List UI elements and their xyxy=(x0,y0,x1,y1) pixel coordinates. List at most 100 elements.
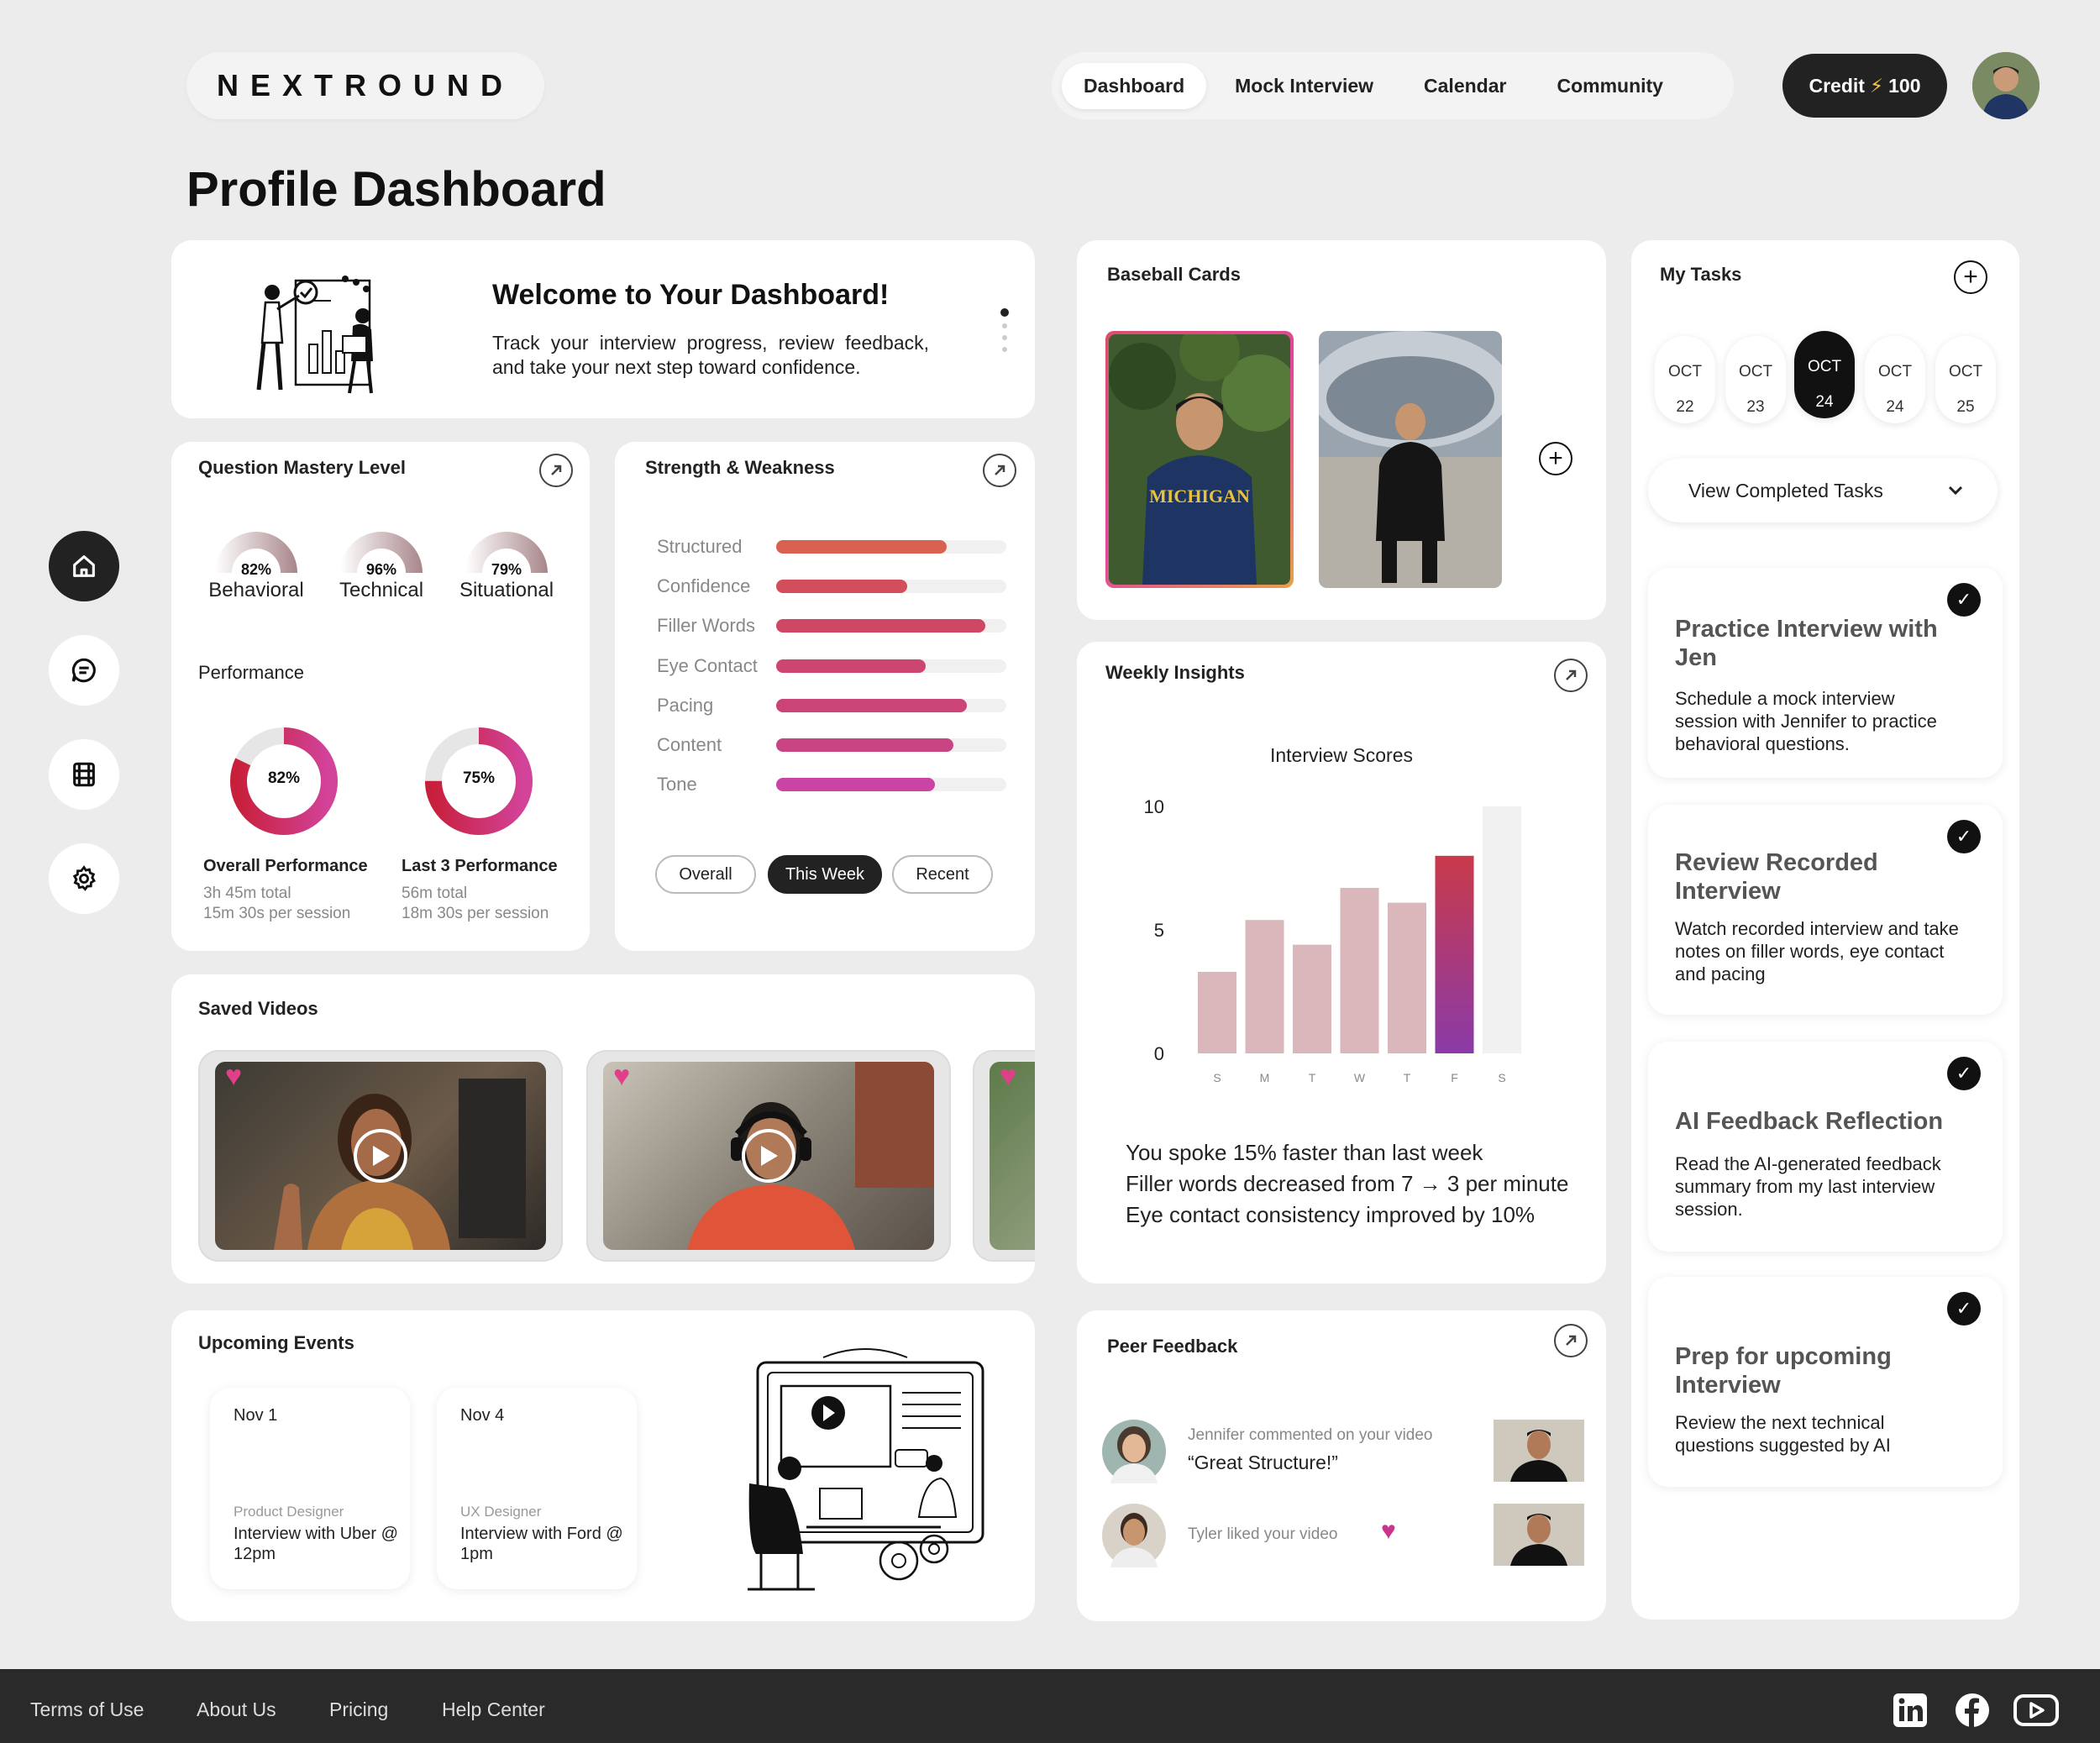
gear-icon xyxy=(72,865,97,891)
heart-icon[interactable]: ♥ xyxy=(1000,1060,1016,1093)
task-title: AI Feedback Reflection xyxy=(1675,1108,1944,1135)
chart-bar[interactable] xyxy=(1198,971,1236,1053)
date-chip-oct-24-selected[interactable]: OCT 24 xyxy=(1794,331,1855,418)
chip-month: OCT xyxy=(1948,363,1983,381)
arrow-up-right-icon xyxy=(995,465,1005,475)
strength-bar xyxy=(776,659,927,673)
gauge-value: 82% xyxy=(240,561,272,578)
saved-video-2[interactable]: ♥ xyxy=(586,1050,951,1262)
event-date: Nov 4 xyxy=(460,1406,505,1425)
add-baseball-card-button[interactable]: + xyxy=(1539,442,1572,475)
baseball-card-2[interactable] xyxy=(1319,331,1502,588)
date-chip-oct-24[interactable]: OCT 24 xyxy=(1865,336,1925,423)
strength-weakness-expand[interactable] xyxy=(983,454,1016,487)
nav-community[interactable]: Community xyxy=(1535,63,1685,109)
strength-row: Pacing xyxy=(657,693,1006,718)
task-card-4[interactable]: ✓ Prep for upcoming Interview Review the… xyxy=(1648,1277,2003,1487)
x-tick-label: M xyxy=(1260,1071,1270,1084)
date-chip-oct-25[interactable]: OCT 25 xyxy=(1935,336,1996,423)
date-chip-oct-22[interactable]: OCT 22 xyxy=(1655,336,1715,423)
event-date: Nov 1 xyxy=(234,1406,278,1425)
task-card-1[interactable]: ✓ Practice Interview with Jen Schedule a… xyxy=(1648,568,2003,778)
view-completed-label: View Completed Tasks xyxy=(1688,479,1883,501)
date-chip-oct-23[interactable]: OCT 23 xyxy=(1725,336,1786,423)
footer-pricing-link[interactable]: Pricing xyxy=(329,1698,388,1721)
saved-video-3[interactable]: ♥ xyxy=(973,1050,1035,1262)
baseball-card-1[interactable]: MICHIGAN xyxy=(1105,331,1294,588)
chat-icon xyxy=(71,658,96,683)
sidebar-home[interactable] xyxy=(49,531,119,601)
youtube-icon[interactable] xyxy=(2013,1693,2060,1727)
heart-icon[interactable]: ♥ xyxy=(225,1060,242,1093)
chip-day: 24 xyxy=(1886,398,1904,416)
task-card-3[interactable]: ✓ AI Feedback Reflection Read the AI-gen… xyxy=(1648,1042,2003,1252)
heart-icon[interactable]: ♥ xyxy=(613,1060,630,1093)
filter-overall[interactable]: Overall xyxy=(655,855,756,894)
task-description: Review the next technical questions sugg… xyxy=(1675,1412,1891,1456)
footer-help-link[interactable]: Help Center xyxy=(442,1698,545,1721)
plus-icon: + xyxy=(1548,444,1563,472)
chart-bar[interactable] xyxy=(1435,855,1474,1053)
last3-performance-title: Last 3 Performance xyxy=(402,857,558,875)
jennifer-avatar[interactable] xyxy=(1102,1420,1166,1483)
chart-bar[interactable] xyxy=(1340,888,1379,1053)
peer-feedback-expand[interactable] xyxy=(1554,1324,1588,1357)
check-icon[interactable]: ✓ xyxy=(1947,583,1981,617)
overall-per-session: 15m 30s per session xyxy=(203,905,351,922)
event-card-1[interactable]: Nov 1 Product Designer Interview with Ub… xyxy=(210,1388,410,1589)
nav-calendar[interactable]: Calendar xyxy=(1402,63,1528,109)
question-mastery-expand[interactable] xyxy=(539,454,573,487)
check-icon[interactable]: ✓ xyxy=(1947,1057,1981,1090)
view-completed-dropdown[interactable]: View Completed Tasks xyxy=(1648,459,1998,522)
play-icon xyxy=(373,1146,390,1166)
chart-bar[interactable] xyxy=(1245,920,1284,1053)
logo[interactable]: NEXTROUND xyxy=(186,52,544,119)
nav-dashboard[interactable]: Dashboard xyxy=(1062,62,1207,109)
chart-bar[interactable] xyxy=(1293,944,1331,1053)
weekly-insights-expand[interactable] xyxy=(1554,659,1588,692)
task-card-2[interactable]: ✓ Review Recorded Interview Watch record… xyxy=(1648,805,2003,1015)
chip-month: OCT xyxy=(1807,358,1842,375)
tyler-avatar[interactable] xyxy=(1102,1504,1166,1567)
credit-button[interactable]: Credit ⚡ 100 xyxy=(1782,54,1947,118)
donut-overall-value: 82% xyxy=(267,769,301,787)
insight-speed: You spoke 15% faster than last week xyxy=(1126,1140,1483,1165)
strength-label: Structured xyxy=(657,536,743,557)
peer-video-thumb-2[interactable] xyxy=(1494,1504,1584,1566)
filter-recent[interactable]: Recent xyxy=(892,855,993,894)
chart-bar[interactable] xyxy=(1483,806,1521,1053)
sidebar-videos[interactable] xyxy=(49,739,119,810)
sidebar-messages[interactable] xyxy=(49,635,119,706)
add-task-button[interactable]: + xyxy=(1954,260,1987,294)
sidebar-settings[interactable] xyxy=(49,843,119,914)
footer-terms-link[interactable]: Terms of Use xyxy=(30,1698,144,1721)
linkedin-icon[interactable] xyxy=(1892,1692,1929,1729)
play-button[interactable] xyxy=(354,1129,407,1183)
upcoming-events-title: Upcoming Events xyxy=(198,1332,354,1353)
play-button[interactable] xyxy=(742,1129,795,1183)
nav-mock-interview[interactable]: Mock Interview xyxy=(1213,63,1395,109)
event-role: UX Designer xyxy=(460,1504,542,1520)
x-tick-label: S xyxy=(1498,1071,1505,1084)
chart-bar[interactable] xyxy=(1388,902,1426,1053)
donut-last3-value: 75% xyxy=(462,769,496,787)
chevron-down-icon xyxy=(1948,486,1963,496)
user-avatar[interactable] xyxy=(1972,52,2040,119)
saved-video-1[interactable]: ♥ xyxy=(198,1050,563,1262)
event-card-2[interactable]: Nov 4 UX Designer Interview with Ford @ … xyxy=(437,1388,637,1589)
saved-videos-card: ♥ ♥ ♥ xyxy=(171,974,1035,1284)
pagination-dots[interactable] xyxy=(998,306,1011,360)
peer-like-text: Tyler liked your video xyxy=(1188,1525,1338,1543)
filter-this-week[interactable]: This Week xyxy=(768,855,882,894)
gauge-label: Situational xyxy=(459,579,554,601)
peer-video-thumb-1[interactable] xyxy=(1494,1420,1584,1482)
svg-text:MICHIGAN: MICHIGAN xyxy=(1149,486,1250,507)
overall-performance-title: Overall Performance xyxy=(203,857,368,875)
strength-track xyxy=(776,778,1006,792)
check-icon[interactable]: ✓ xyxy=(1947,1292,1981,1326)
strength-bar xyxy=(776,778,936,792)
overall-total: 3h 45m total xyxy=(203,885,291,902)
strength-label: Eye Contact xyxy=(657,654,758,676)
facebook-icon[interactable] xyxy=(1954,1692,1991,1729)
footer-about-link[interactable]: About Us xyxy=(197,1698,276,1721)
